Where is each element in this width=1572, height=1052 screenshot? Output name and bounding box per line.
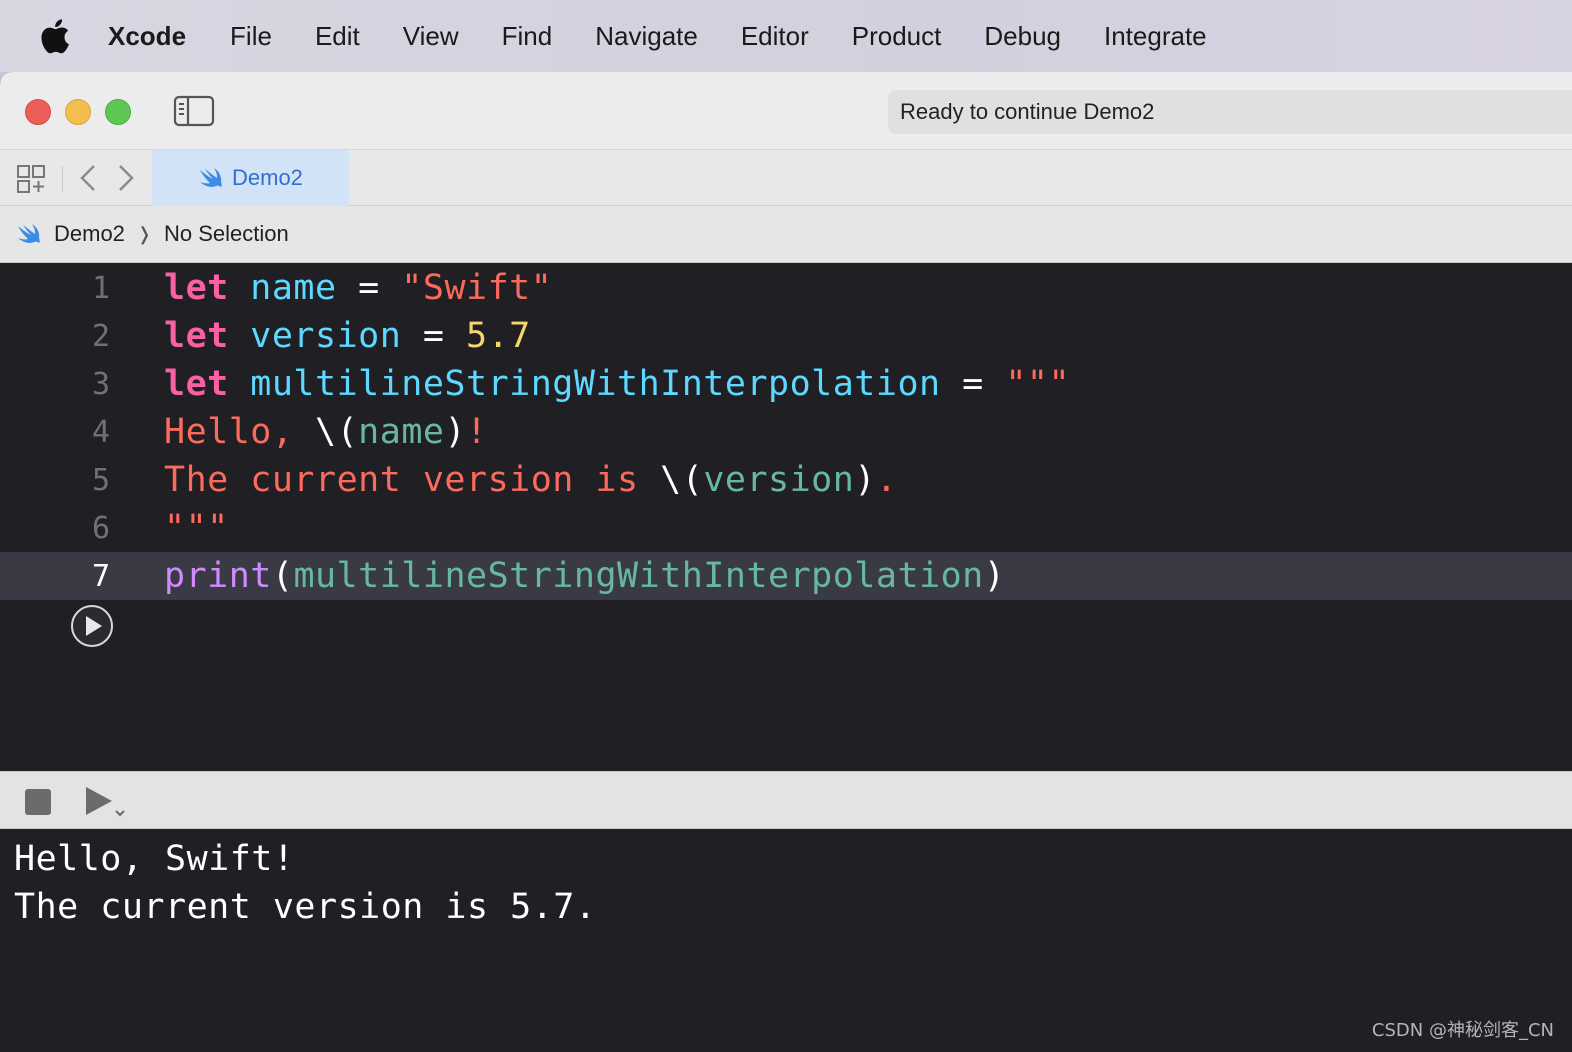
code-line-current[interactable]: 7 print(multilineStringWithInterpolation… xyxy=(0,552,1572,600)
code-text: let multilineStringWithInterpolation = "… xyxy=(164,364,1070,404)
breadcrumb-separator-icon: ❭ xyxy=(136,223,153,244)
number-token: 5.7 xyxy=(466,316,531,356)
sidebar-toggle-icon[interactable] xyxy=(173,95,215,127)
code-text: """ xyxy=(164,508,229,548)
variable-token: multilineStringWithInterpolation xyxy=(293,556,984,596)
toolbar-divider xyxy=(62,166,63,192)
minimize-window-button[interactable] xyxy=(65,99,91,125)
menu-integrate[interactable]: Integrate xyxy=(1104,21,1207,52)
code-text: let name = "Swift" xyxy=(164,268,552,308)
watermark: CSDN @神秘剑客_CN xyxy=(1371,1020,1554,1041)
keyword-token: let xyxy=(164,316,229,356)
code-line[interactable]: 2 let version = 5.7 xyxy=(0,312,1572,360)
string-token: "Swift" xyxy=(401,268,553,308)
code-line[interactable]: 1 let name = "Swift" xyxy=(0,264,1572,312)
debug-bar xyxy=(0,771,1572,829)
menu-file[interactable]: File xyxy=(230,21,272,52)
code-line[interactable]: 6 """ xyxy=(0,504,1572,552)
paren-token: ( xyxy=(271,556,294,596)
function-token: print xyxy=(164,556,272,596)
menu-app-name[interactable]: Xcode xyxy=(108,21,186,52)
line-number: 1 xyxy=(91,270,110,306)
line-number: 7 xyxy=(91,558,110,594)
operator-token: = xyxy=(401,316,467,356)
stop-icon[interactable] xyxy=(25,789,51,815)
tab-demo2[interactable]: Demo2 xyxy=(152,150,349,206)
line-number: 2 xyxy=(91,318,110,354)
menu-edit[interactable]: Edit xyxy=(315,21,360,52)
play-icon[interactable] xyxy=(84,785,130,821)
console-line: The current version is 5.7. xyxy=(14,887,597,927)
menu-debug[interactable]: Debug xyxy=(984,21,1061,52)
menu-product[interactable]: Product xyxy=(852,21,942,52)
code-text: let version = 5.7 xyxy=(164,316,531,356)
xcode-window: Ready to continue Demo2 Demo2 Demo2 ❭ No… xyxy=(0,72,1572,1052)
play-circle-icon[interactable] xyxy=(70,604,114,648)
operator-token: = xyxy=(336,268,402,308)
chevron-right-icon[interactable] xyxy=(114,162,138,194)
menu-find[interactable]: Find xyxy=(502,21,553,52)
zoom-window-button[interactable] xyxy=(105,99,131,125)
console-line: Hello, Swift! xyxy=(14,839,295,879)
menu-navigate[interactable]: Navigate xyxy=(595,21,698,52)
variable-token: multilineStringWithInterpolation xyxy=(228,364,941,404)
code-line[interactable]: 5 The current version is \(version). xyxy=(0,456,1572,504)
activity-status-text: Ready to continue Demo2 xyxy=(900,99,1155,124)
code-text: print(multilineStringWithInterpolation) xyxy=(164,556,1005,596)
window-toolbar: Ready to continue Demo2 xyxy=(0,72,1572,150)
keyword-token: let xyxy=(164,268,229,308)
code-line[interactable]: 4 Hello, \(name)! xyxy=(0,408,1572,456)
related-items-grid-icon[interactable] xyxy=(16,164,46,194)
breadcrumb-selection[interactable]: No Selection xyxy=(164,221,289,247)
swift-icon xyxy=(16,222,42,246)
string-token: The current version is xyxy=(164,460,661,500)
line-number: 5 xyxy=(91,462,110,498)
breadcrumb: Demo2 ❭ No Selection xyxy=(0,206,1572,263)
variable-token: version xyxy=(703,460,855,500)
interpolation-token: \( xyxy=(660,460,704,500)
interpolation-token: ) xyxy=(444,412,467,452)
menu-bar: Xcode File Edit View Find Navigate Edito… xyxy=(0,0,1572,72)
variable-token: name xyxy=(228,268,337,308)
source-editor[interactable]: 1 let name = "Swift" 2 let version = 5.7… xyxy=(0,264,1572,771)
line-number: 3 xyxy=(91,366,110,402)
activity-status: Ready to continue Demo2 xyxy=(888,90,1572,134)
string-token: ! xyxy=(466,412,488,452)
paren-token: ) xyxy=(983,556,1006,596)
code-line[interactable]: 3 let multilineStringWithInterpolation =… xyxy=(0,360,1572,408)
chevron-left-icon[interactable] xyxy=(76,162,100,194)
interpolation-token: \( xyxy=(315,412,359,452)
breadcrumb-project[interactable]: Demo2 xyxy=(54,221,125,247)
string-token: """ xyxy=(1005,364,1071,404)
string-token: Hello, xyxy=(164,412,316,452)
interpolation-token: ) xyxy=(854,460,876,500)
close-window-button[interactable] xyxy=(25,99,51,125)
operator-token: = xyxy=(940,364,1006,404)
menu-editor[interactable]: Editor xyxy=(741,21,809,52)
apple-logo-icon[interactable] xyxy=(38,17,72,55)
string-token: """ xyxy=(164,508,229,548)
console-output[interactable]: Hello, Swift! The current version is 5.7… xyxy=(0,829,1572,1052)
code-text: The current version is \(version). xyxy=(164,460,897,500)
tab-label: Demo2 xyxy=(232,165,303,190)
tab-bar: Demo2 xyxy=(0,150,1572,206)
line-number: 6 xyxy=(91,510,110,546)
variable-token: name xyxy=(358,412,445,452)
menu-view[interactable]: View xyxy=(403,21,459,52)
line-number: 4 xyxy=(91,414,110,450)
variable-token: version xyxy=(228,316,402,356)
swift-icon xyxy=(198,166,224,190)
keyword-token: let xyxy=(164,364,229,404)
string-token: . xyxy=(875,460,898,500)
code-text: Hello, \(name)! xyxy=(164,412,488,452)
